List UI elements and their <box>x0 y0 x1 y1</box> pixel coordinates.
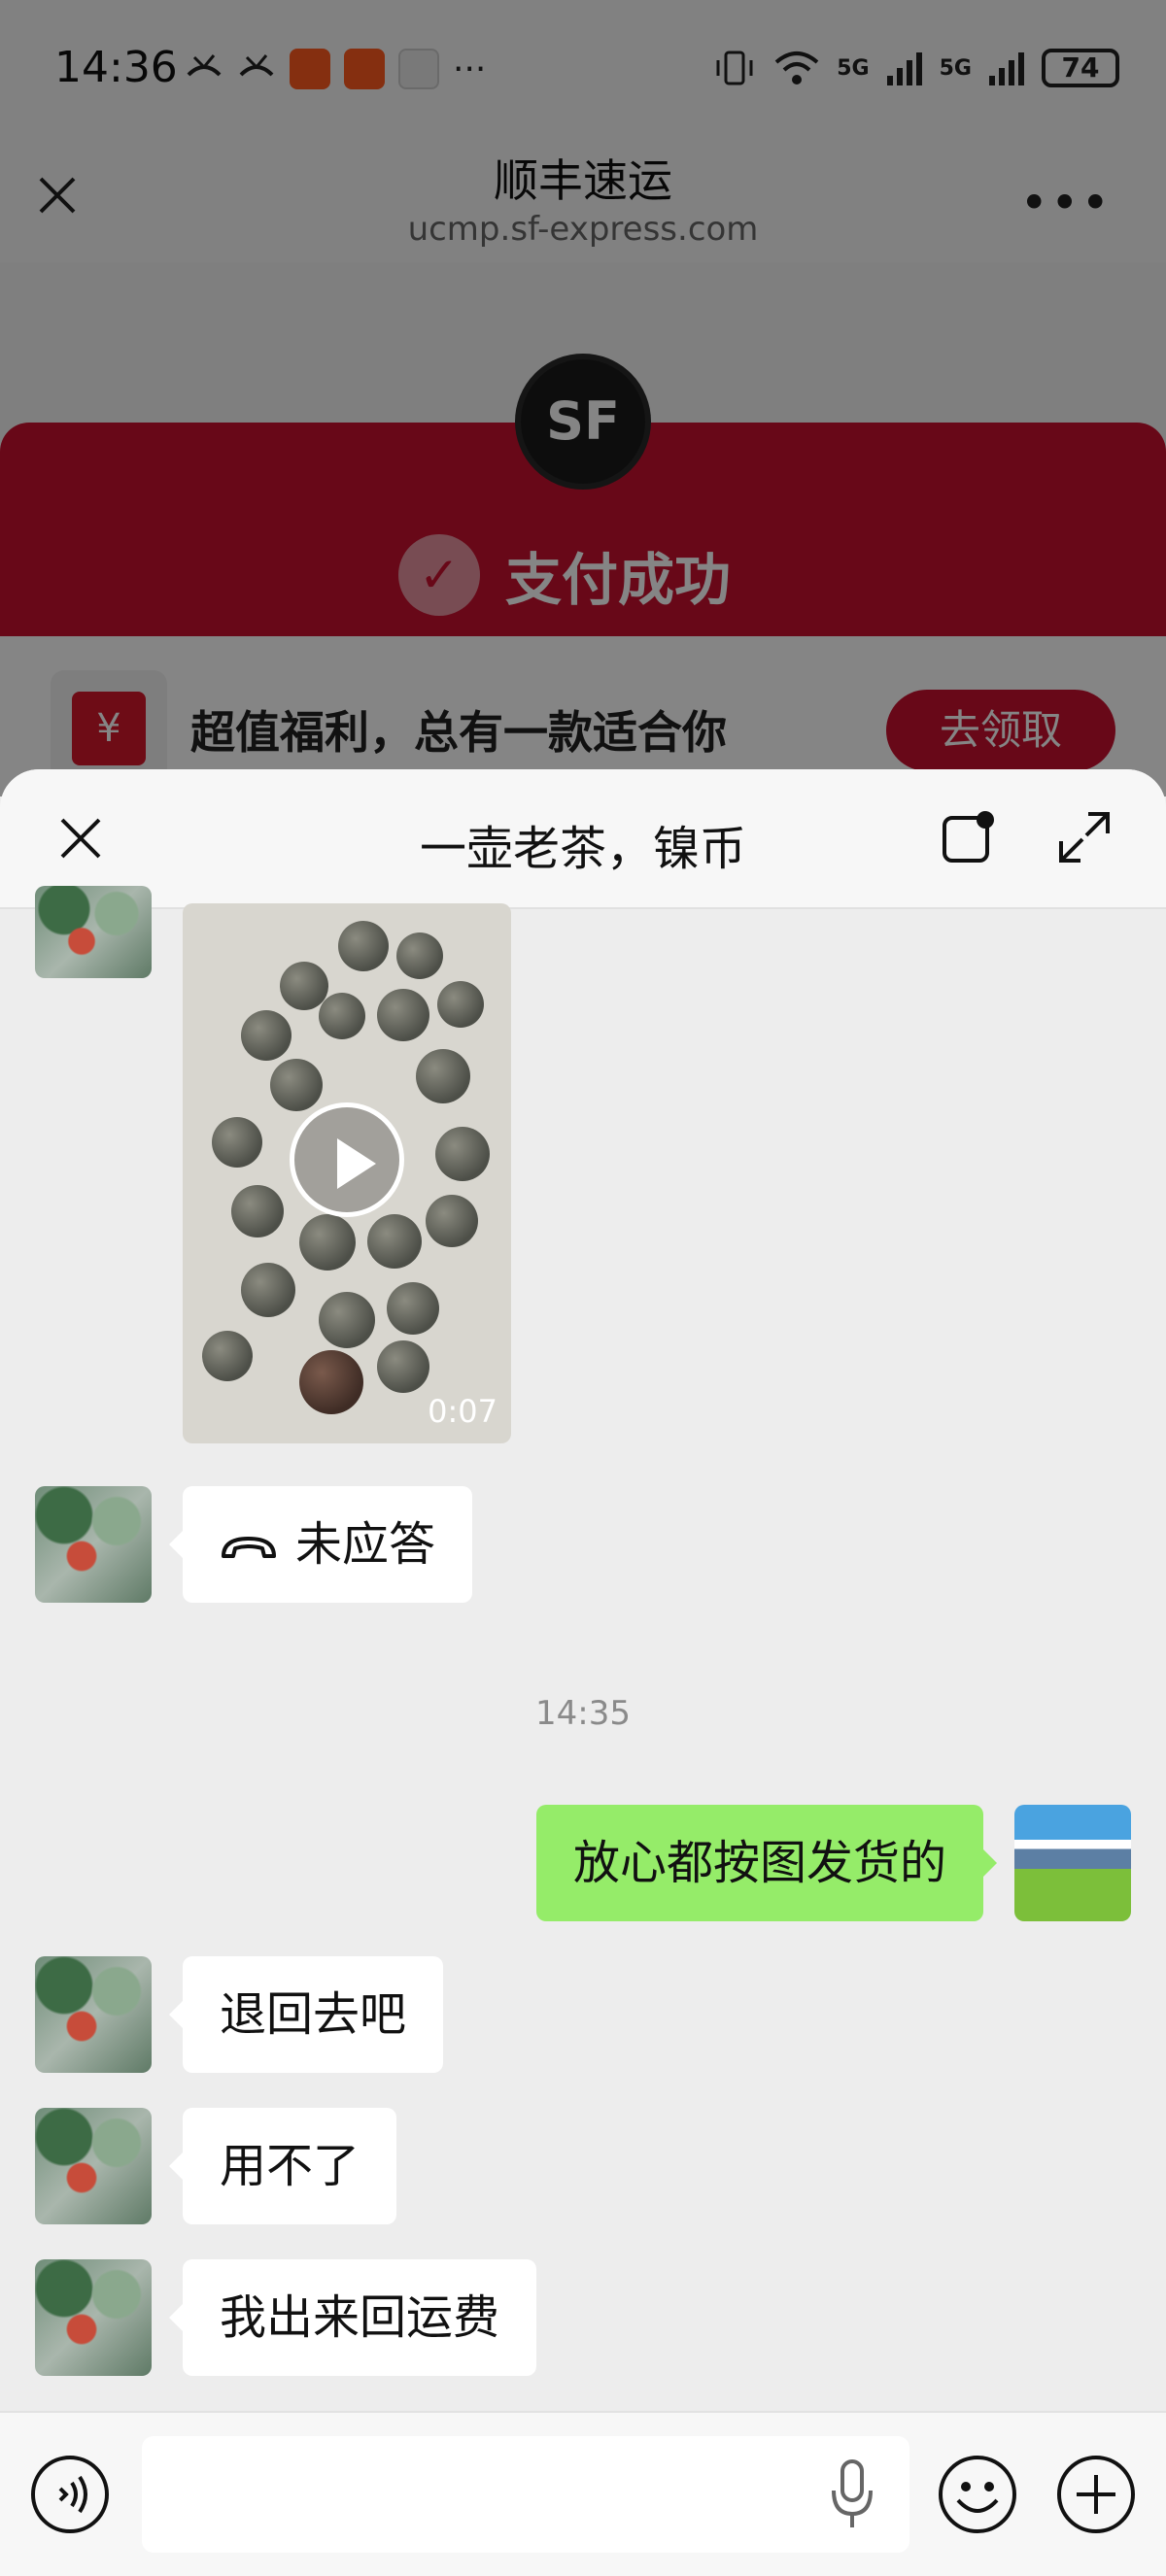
expand-icon[interactable] <box>1055 808 1114 866</box>
coin <box>280 962 328 1010</box>
coin <box>231 1185 284 1237</box>
coin <box>202 1331 253 1381</box>
missed-call-label: 未应答 <box>295 1517 436 1572</box>
contact-avatar[interactable] <box>35 1486 152 1603</box>
coin <box>241 1263 295 1317</box>
voice-mode-icon[interactable] <box>29 2454 111 2535</box>
message-bubble-sent[interactable]: 放心都按图发货的 <box>535 1805 998 1921</box>
coin <box>367 1214 422 1269</box>
message-bubble-received[interactable]: 用不了 <box>168 2108 397 2224</box>
coin <box>377 1340 429 1393</box>
emoji-icon[interactable] <box>937 2454 1018 2535</box>
phone-hangup-icon <box>222 1537 276 1558</box>
coin <box>212 1117 262 1168</box>
dim-overlay[interactable] <box>0 0 1166 797</box>
play-button[interactable] <box>290 1102 404 1217</box>
message-bubble-received[interactable]: 退回去吧 <box>168 1956 444 2073</box>
contact-avatar[interactable] <box>35 1956 152 2073</box>
add-icon[interactable] <box>1055 2454 1137 2535</box>
coin <box>319 1292 375 1348</box>
contact-avatar[interactable] <box>35 2259 152 2376</box>
coin <box>435 1127 490 1181</box>
coin <box>416 1049 470 1103</box>
chat-input-bar <box>0 2411 1166 2576</box>
contact-avatar[interactable] <box>35 2108 152 2224</box>
coin <box>241 1010 292 1061</box>
coin <box>299 1214 356 1271</box>
floating-window-icon[interactable] <box>939 808 997 866</box>
microphone-icon[interactable] <box>828 2456 876 2533</box>
play-icon <box>337 1138 376 1189</box>
my-avatar[interactable] <box>1014 1805 1131 1921</box>
contact-avatar[interactable] <box>35 886 152 978</box>
chat-header: 一壶老茶，镍币 <box>0 769 1166 909</box>
coin <box>437 981 484 1028</box>
message-input[interactable] <box>142 2436 909 2553</box>
coin <box>319 993 365 1039</box>
missed-call-message[interactable]: 未应答 <box>168 1486 473 1603</box>
coin <box>338 921 389 971</box>
coin <box>377 989 429 1041</box>
message-bubble-received[interactable]: 我出来回运费 <box>168 2259 537 2376</box>
coin <box>299 1350 363 1414</box>
coin <box>426 1195 478 1247</box>
video-duration: 0:07 <box>428 1393 497 1430</box>
coin <box>396 932 443 979</box>
chat-sheet: 一壶老茶，镍币 0:07 未应答 14:35 放心都按图发货的 退回去吧 用不了… <box>0 769 1166 2576</box>
message-timestamp: 14:35 <box>535 1694 631 1733</box>
coin <box>270 1059 323 1111</box>
video-message[interactable]: 0:07 <box>183 903 511 1443</box>
coin <box>387 1282 439 1335</box>
